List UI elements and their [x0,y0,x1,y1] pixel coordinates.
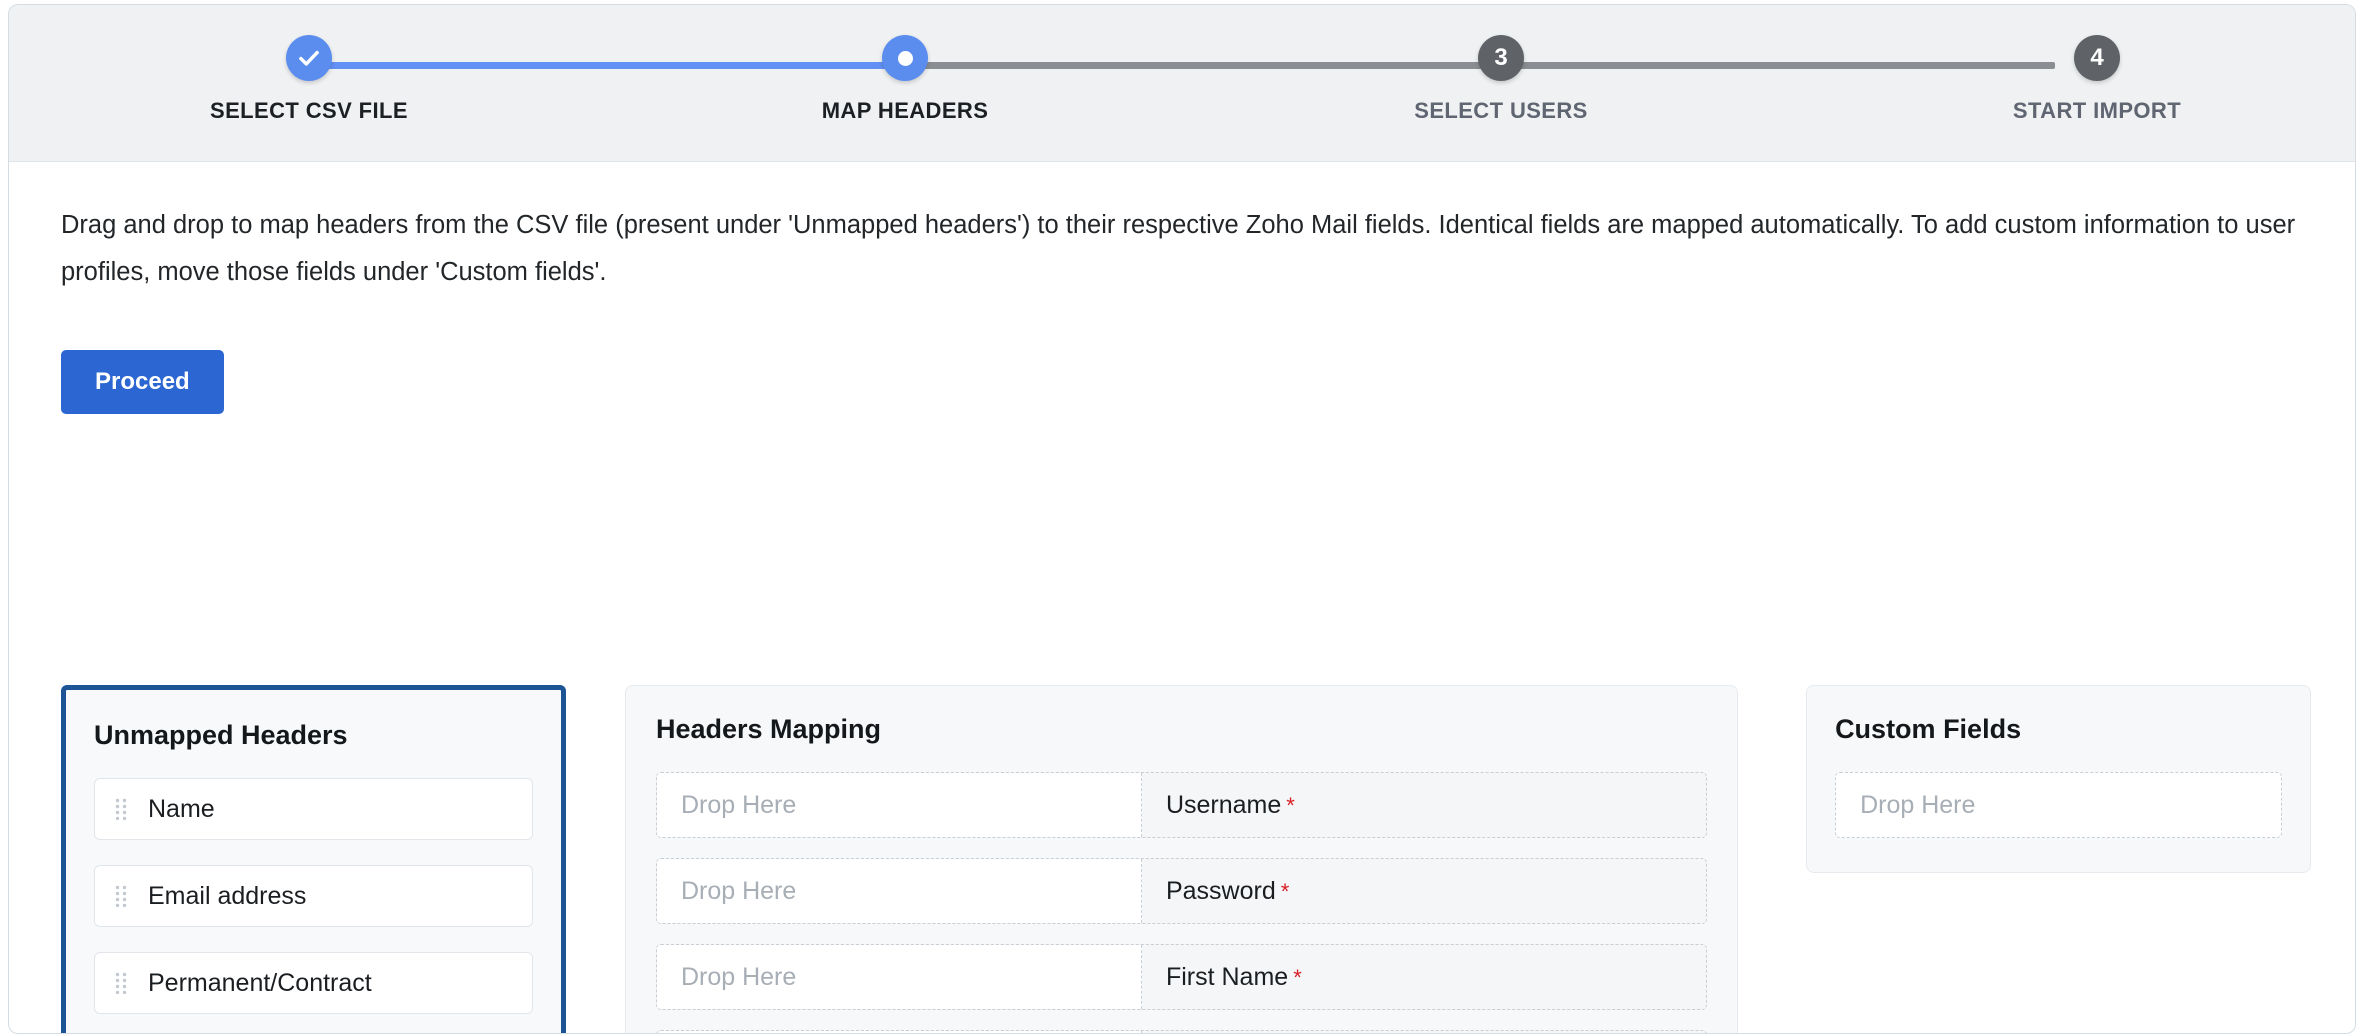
mapping-panels-row: Unmapped Headers Name Email address Perm… [61,685,2311,1033]
import-wizard-card: SELECT CSV FILE MAP HEADERS 3 SELECT USE… [8,4,2356,1034]
step-select-csv-file[interactable]: SELECT CSV FILE [179,35,439,124]
headers-mapping-panel: Headers Mapping Drop Here Username * Dro… [624,685,1739,1033]
step-4-label: START IMPORT [2012,98,2182,123]
mapping-field-name: Password [1165,876,1276,905]
mapping-drop-zone[interactable]: Drop Here [656,859,1142,923]
mapping-drop-zone[interactable]: Drop Here [656,945,1142,1009]
step-1-indicator [286,35,332,81]
mapping-field-label: Username * [1142,773,1706,837]
mapping-row: Drop Here Last Name [655,1030,1708,1033]
step-2-indicator [882,35,928,81]
unmapped-header-label: Name [148,794,215,823]
step-3-label: SELECT USERS [1414,98,1588,123]
unmapped-headers-title: Unmapped Headers [94,720,348,750]
step-3-indicator: 3 [1478,35,1524,81]
custom-fields-panel: Custom Fields Drop Here [1806,685,2311,873]
mapping-row: Drop Here First Name * [655,944,1708,1010]
proceed-button[interactable]: Proceed [61,350,224,414]
mapping-field-label: First Name * [1142,945,1706,1009]
unmapped-header-item[interactable]: Email address [94,865,533,927]
step-map-headers[interactable]: MAP HEADERS [775,35,1035,124]
check-icon [299,50,319,66]
unmapped-headers-panel[interactable]: Unmapped Headers Name Email address Perm… [61,685,566,1033]
step-select-users[interactable]: 3 SELECT USERS [1371,35,1631,124]
unmapped-header-item[interactable]: Name [94,778,533,840]
step-2-label: MAP HEADERS [821,98,989,123]
mapping-row: Drop Here Password * [655,858,1708,924]
step-4-number: 4 [2090,44,2104,71]
mapping-field-name: First Name [1165,962,1289,991]
step-start-import[interactable]: 4 START IMPORT [1967,35,2227,124]
headers-mapping-title: Headers Mapping [655,714,881,744]
step-4-indicator: 4 [2074,35,2120,81]
required-asterisk-icon: * [1293,965,1302,990]
mapping-field-name: Username [1165,790,1282,819]
custom-fields-title: Custom Fields [1835,714,2022,744]
drag-handle-icon[interactable] [115,885,127,907]
unmapped-header-label: Permanent/Contract [148,968,372,997]
drag-handle-icon[interactable] [115,972,127,994]
wizard-stepper: SELECT CSV FILE MAP HEADERS 3 SELECT USE… [9,5,2355,162]
required-asterisk-icon: * [1286,793,1295,818]
instructions-text: Drag and drop to map headers from the CS… [61,211,2296,286]
step-1-label: SELECT CSV FILE [210,98,408,123]
drag-handle-icon[interactable] [115,798,127,820]
mapping-row: Drop Here Username * [655,772,1708,838]
step-3-number: 3 [1494,44,1508,71]
mapping-field-label: Password * [1142,859,1706,923]
mapping-drop-zone[interactable]: Drop Here [656,773,1142,837]
unmapped-header-label: Email address [148,881,307,910]
custom-fields-drop-zone[interactable]: Drop Here [1835,772,2282,838]
required-asterisk-icon: * [1280,879,1290,904]
wizard-body: Drag and drop to map headers from the CS… [9,162,2355,1033]
unmapped-header-item[interactable]: Permanent/Contract [94,952,533,1014]
